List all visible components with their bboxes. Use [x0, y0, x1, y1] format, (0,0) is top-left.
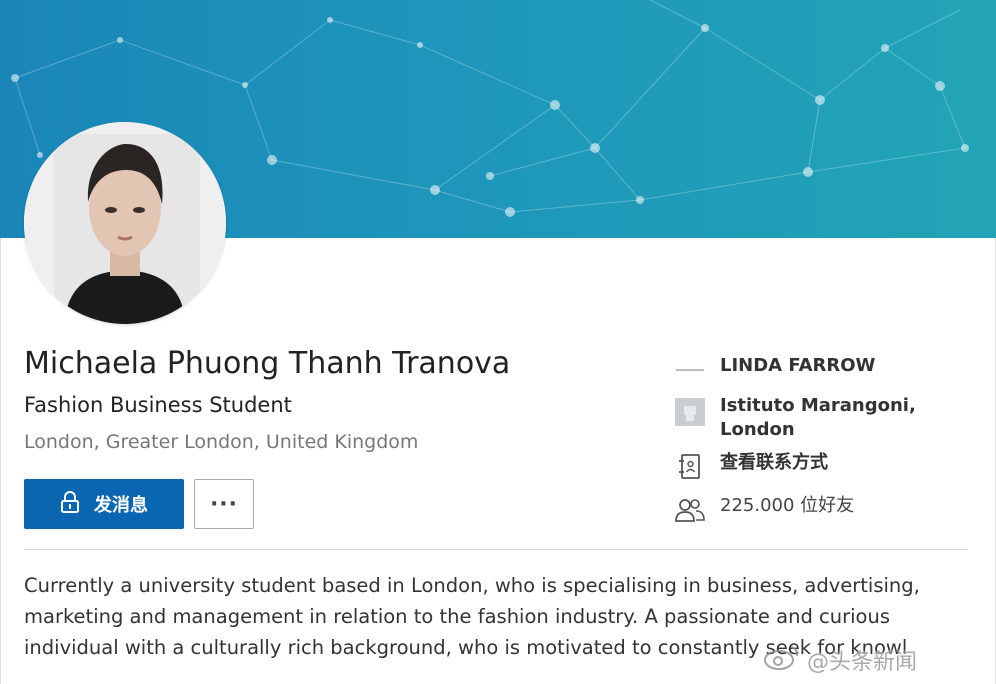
lock-icon	[60, 490, 80, 518]
school-line-2: London	[720, 419, 795, 440]
school-name: Istituto Marangoni, London	[720, 394, 916, 442]
about-line-1: Currently a university student based in …	[24, 574, 920, 597]
school-line-1: Istituto Marangoni,	[720, 395, 916, 416]
people-icon	[674, 494, 706, 526]
current-company[interactable]: LINDA FARROW	[674, 354, 875, 386]
watermark: @头条新闻	[763, 643, 917, 677]
address-book-icon	[674, 451, 706, 483]
avatar[interactable]	[24, 122, 226, 324]
company-logo-icon	[674, 354, 706, 386]
avatar-photo	[24, 122, 226, 324]
more-dots-icon: ···	[209, 491, 239, 517]
message-button[interactable]: 发消息	[24, 479, 184, 529]
contact-info-link[interactable]: 查看联系方式	[674, 451, 828, 483]
watermark-text: @头条新闻	[807, 650, 918, 675]
section-divider	[24, 549, 968, 550]
message-button-label: 发消息	[94, 495, 148, 516]
education-school[interactable]: Istituto Marangoni, London	[674, 394, 916, 442]
weibo-logo-icon	[763, 643, 801, 677]
connections-link[interactable]: 225.000 位好友	[674, 494, 854, 526]
profile-location: London, Greater London, United Kingdom	[24, 431, 419, 453]
contact-info-label: 查看联系方式	[720, 452, 828, 473]
profile-name: Michaela Phuong Thanh Tranova	[24, 346, 511, 381]
profile-headline: Fashion Business Student	[24, 393, 292, 417]
company-name: LINDA FARROW	[720, 355, 876, 376]
more-actions-button[interactable]: ···	[194, 479, 254, 529]
school-logo-icon	[674, 394, 706, 426]
card-border-left	[0, 238, 1, 684]
about-line-2: marketing and management in relation to …	[24, 605, 890, 628]
connections-count: 225.000 位好友	[720, 495, 855, 516]
